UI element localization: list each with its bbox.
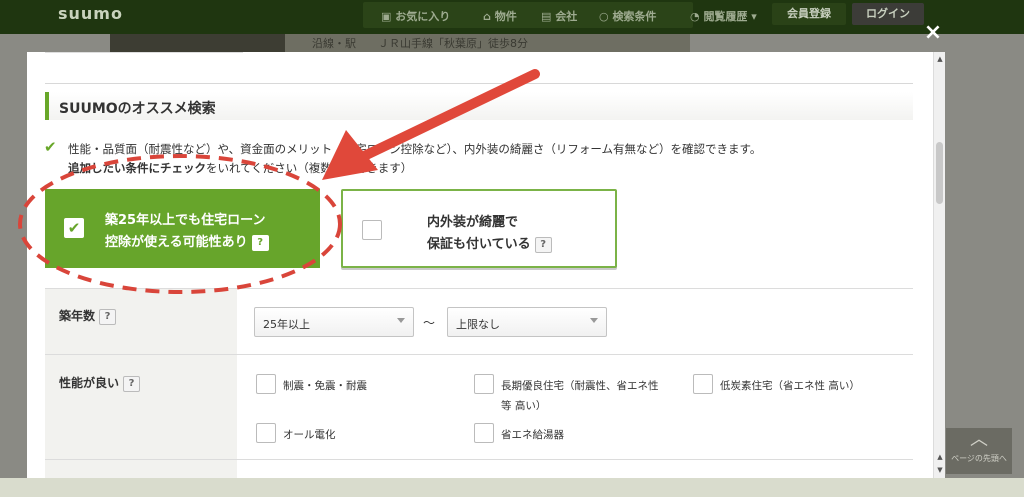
annotation-arrow-shaft xyxy=(355,69,540,163)
annotation-overlay xyxy=(18,69,540,294)
highlight-ellipse xyxy=(18,154,342,294)
